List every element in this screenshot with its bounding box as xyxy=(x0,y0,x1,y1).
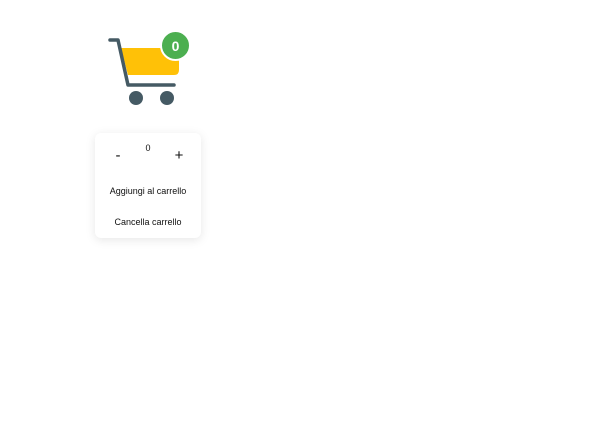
cart-count-badge: 0 xyxy=(160,30,191,61)
cart-widget: 0 xyxy=(104,30,194,110)
decrement-button[interactable]: - xyxy=(108,145,128,165)
quantity-value: 0 xyxy=(145,143,151,153)
page: 0 - 0 + Aggiungi al carrello Cancella ca… xyxy=(0,0,600,426)
clear-cart-button[interactable]: Cancella carrello xyxy=(95,217,201,227)
quantity-stepper: - 0 + xyxy=(95,143,201,165)
add-to-cart-button[interactable]: Aggiungi al carrello xyxy=(95,186,201,196)
cart-wheel-left xyxy=(129,91,143,105)
cart-controls-panel: - 0 + Aggiungi al carrello Cancella carr… xyxy=(95,133,201,238)
increment-button[interactable]: + xyxy=(169,145,189,165)
cart-wheel-right xyxy=(160,91,174,105)
